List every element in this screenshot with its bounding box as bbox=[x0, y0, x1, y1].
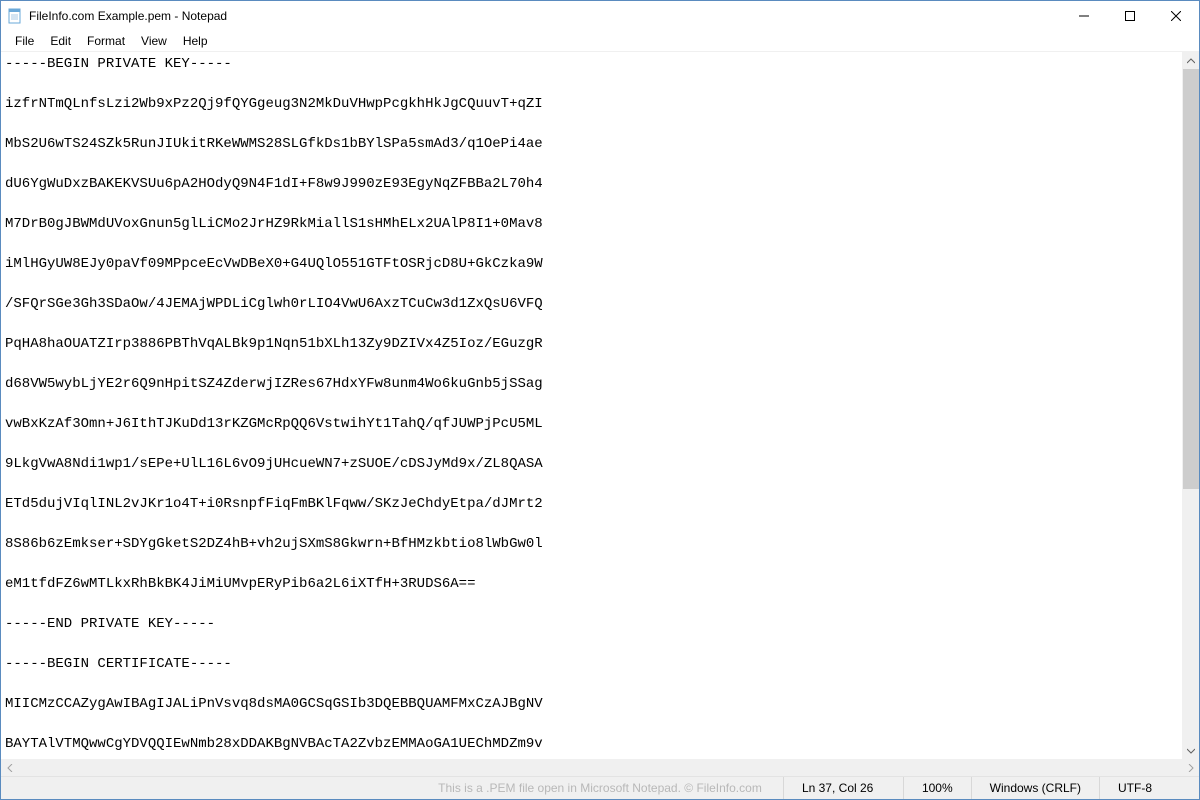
window-title: FileInfo.com Example.pem - Notepad bbox=[29, 9, 227, 23]
notepad-icon bbox=[7, 8, 23, 24]
status-encoding: UTF-8 bbox=[1099, 777, 1199, 799]
menu-edit[interactable]: Edit bbox=[42, 33, 79, 49]
menu-view[interactable]: View bbox=[133, 33, 175, 49]
scroll-thumb[interactable] bbox=[1183, 69, 1199, 489]
vertical-scrollbar[interactable] bbox=[1182, 52, 1199, 759]
status-group: Ln 37, Col 26 100% Windows (CRLF) UTF-8 bbox=[783, 777, 1199, 799]
scroll-down-button[interactable] bbox=[1183, 742, 1199, 759]
menubar: File Edit Format View Help bbox=[1, 31, 1199, 51]
scroll-up-button[interactable] bbox=[1183, 52, 1199, 69]
status-zoom: 100% bbox=[903, 777, 971, 799]
minimize-button[interactable] bbox=[1061, 1, 1107, 31]
scroll-left-button[interactable] bbox=[1, 759, 18, 776]
status-cursor-position: Ln 37, Col 26 bbox=[783, 777, 903, 799]
titlebar-left: FileInfo.com Example.pem - Notepad bbox=[7, 8, 227, 24]
text-editor[interactable]: -----BEGIN PRIVATE KEY----- izfrNTmQLnfs… bbox=[1, 52, 1182, 759]
scroll-right-button[interactable] bbox=[1182, 759, 1199, 776]
editor-area: -----BEGIN PRIVATE KEY----- izfrNTmQLnfs… bbox=[1, 51, 1199, 776]
menu-format[interactable]: Format bbox=[79, 33, 133, 49]
menu-file[interactable]: File bbox=[7, 33, 42, 49]
editor-body: -----BEGIN PRIVATE KEY----- izfrNTmQLnfs… bbox=[1, 52, 1199, 759]
titlebar: FileInfo.com Example.pem - Notepad bbox=[1, 1, 1199, 31]
notepad-window: FileInfo.com Example.pem - Notepad File … bbox=[0, 0, 1200, 800]
status-line-ending: Windows (CRLF) bbox=[971, 777, 1099, 799]
window-controls bbox=[1061, 1, 1199, 31]
maximize-button[interactable] bbox=[1107, 1, 1153, 31]
statusbar: This is a .PEM file open in Microsoft No… bbox=[1, 776, 1199, 799]
horizontal-scrollbar[interactable] bbox=[1, 759, 1199, 776]
menu-help[interactable]: Help bbox=[175, 33, 216, 49]
scroll-track[interactable] bbox=[1183, 69, 1199, 742]
close-button[interactable] bbox=[1153, 1, 1199, 31]
